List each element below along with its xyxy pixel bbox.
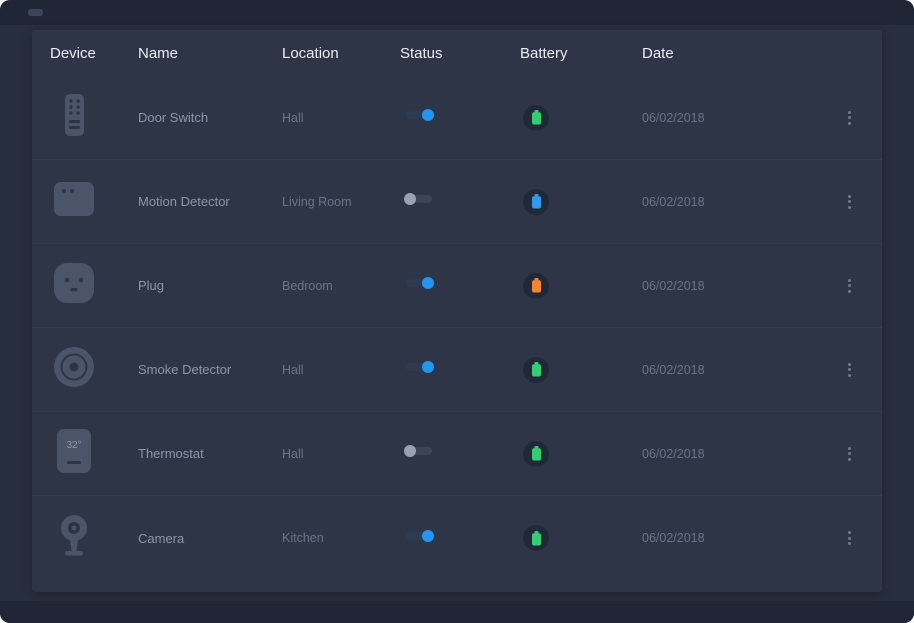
table-row: Door Switch Hall 06/02/2018 (32, 76, 882, 160)
device-location: Hall (282, 111, 400, 125)
battery-cell (520, 105, 642, 131)
camera-icon (52, 513, 96, 559)
battery-cell (520, 273, 642, 299)
column-header-battery: Battery (520, 45, 642, 62)
device-location: Hall (282, 447, 400, 461)
battery-icon (531, 110, 542, 125)
window-menu-indicator (28, 9, 43, 16)
row-menu-button[interactable] (834, 441, 864, 467)
device-icon-cell (50, 260, 138, 311)
battery-icon (531, 446, 542, 461)
device-location: Living Room (282, 195, 400, 209)
status-cell (400, 445, 520, 463)
status-cell (400, 361, 520, 379)
battery-indicator (523, 357, 549, 383)
column-header-device: Device (50, 45, 138, 62)
battery-cell (520, 441, 642, 467)
battery-cell (520, 189, 642, 215)
row-menu-button[interactable] (834, 189, 864, 215)
device-name: Plug (138, 278, 282, 293)
row-menu-button[interactable] (834, 273, 864, 299)
table-row: Motion Detector Living Room 06/02/2018 (32, 160, 882, 244)
device-name: Smoke Detector (138, 362, 282, 377)
status-toggle[interactable] (404, 445, 434, 458)
table-row: Camera Kitchen 06/02/2018 (32, 496, 882, 580)
status-cell (400, 193, 520, 211)
device-date: 06/02/2018 (642, 279, 834, 293)
device-location: Bedroom (282, 279, 400, 293)
svg-text:32°: 32° (66, 440, 81, 451)
device-location: Hall (282, 363, 400, 377)
battery-indicator (523, 441, 549, 467)
thermostat-icon: 32° (52, 428, 96, 474)
device-date: 06/02/2018 (642, 531, 834, 545)
table-body: Door Switch Hall 06/02/2018 Motion Detec… (32, 76, 882, 580)
battery-indicator (523, 105, 549, 131)
status-cell (400, 277, 520, 295)
status-toggle[interactable] (404, 277, 434, 290)
column-header-location: Location (282, 45, 400, 62)
device-date: 06/02/2018 (642, 447, 834, 461)
status-cell (400, 529, 520, 547)
device-name: Thermostat (138, 446, 282, 461)
device-name: Camera (138, 531, 282, 546)
device-location: Kitchen (282, 531, 400, 545)
battery-icon (531, 362, 542, 377)
table-row: Plug Bedroom 06/02/2018 (32, 244, 882, 328)
toggle-knob (422, 109, 434, 121)
battery-cell (520, 357, 642, 383)
device-name: Door Switch (138, 110, 282, 125)
toggle-knob (404, 445, 416, 457)
status-toggle[interactable] (404, 361, 434, 374)
battery-icon (531, 531, 542, 546)
status-cell (400, 109, 520, 127)
battery-icon (531, 194, 542, 209)
device-table-card: Device Name Location Status Battery Date… (32, 30, 882, 592)
smoke-detector-icon (52, 344, 96, 390)
battery-indicator (523, 189, 549, 215)
toggle-knob (422, 530, 434, 542)
device-icon-cell: 32° (50, 428, 138, 479)
device-icon-cell (50, 344, 138, 395)
battery-indicator (523, 273, 549, 299)
battery-indicator (523, 525, 549, 551)
device-date: 06/02/2018 (642, 363, 834, 377)
row-menu-button[interactable] (834, 525, 864, 551)
row-menu-button[interactable] (834, 105, 864, 131)
device-date: 06/02/2018 (642, 195, 834, 209)
app-window: Device Name Location Status Battery Date… (0, 0, 914, 623)
plug-icon (52, 260, 96, 306)
status-toggle[interactable] (404, 109, 434, 122)
window-titlebar (0, 0, 914, 25)
row-menu-button[interactable] (834, 357, 864, 383)
device-icon-cell (50, 513, 138, 564)
toggle-knob (422, 277, 434, 289)
status-toggle[interactable] (404, 529, 434, 542)
status-toggle[interactable] (404, 193, 434, 206)
toggle-knob (422, 361, 434, 373)
device-name: Motion Detector (138, 194, 282, 209)
table-header: Device Name Location Status Battery Date (32, 30, 882, 76)
battery-cell (520, 525, 642, 551)
column-header-date: Date (642, 45, 834, 62)
toggle-knob (404, 193, 416, 205)
column-header-status: Status (400, 45, 520, 62)
device-icon-cell (50, 176, 138, 227)
motion-detector-icon (52, 176, 96, 222)
column-header-name: Name (138, 45, 282, 62)
table-row: Smoke Detector Hall 06/02/2018 (32, 328, 882, 412)
window-bottombar (0, 601, 914, 623)
battery-icon (531, 278, 542, 293)
device-icon-cell (50, 92, 138, 143)
remote-icon (52, 92, 96, 138)
table-row: 32° Thermostat Hall 06/02/2018 (32, 412, 882, 496)
device-date: 06/02/2018 (642, 111, 834, 125)
